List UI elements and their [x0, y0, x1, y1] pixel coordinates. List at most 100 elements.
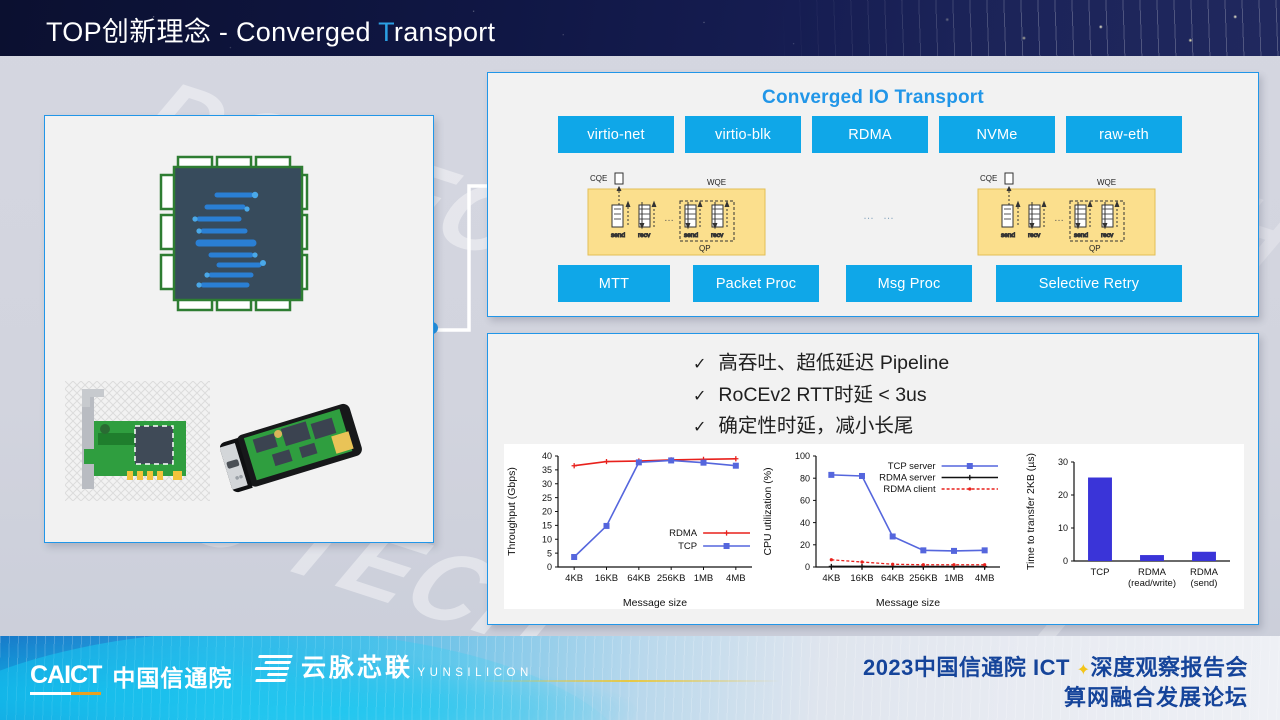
svg-text:TCP: TCP	[678, 541, 697, 552]
svg-text:0: 0	[1063, 556, 1068, 566]
caict-chinese-name: 中国信通院	[112, 665, 233, 691]
svg-text:WQE: WQE	[1097, 178, 1116, 187]
svg-text:256KB: 256KB	[657, 573, 686, 584]
svg-text:25: 25	[542, 493, 552, 503]
svg-text:20: 20	[800, 540, 810, 550]
engine-pill-msg-proc[interactable]: Msg Proc	[846, 265, 972, 302]
bullet-text: 确定性时延，减小长尾	[718, 415, 914, 438]
list-item: ✓ 高吞吐、超低延迟 Pipeline	[693, 350, 949, 378]
feature-bullet-list: ✓ 高吞吐、超低延迟 Pipeline ✓ RoCEv2 RTT时延 < 3us…	[693, 350, 949, 445]
svg-text:…: …	[1054, 213, 1064, 224]
svg-text:RDMA: RDMA	[669, 528, 698, 539]
svg-text:1MB: 1MB	[944, 573, 964, 584]
svg-text:recv: recv	[1028, 232, 1041, 239]
svg-text:4MB: 4MB	[975, 573, 995, 584]
svg-text:35: 35	[542, 465, 552, 475]
svg-text:20: 20	[1058, 490, 1068, 500]
svg-text:4MB: 4MB	[726, 573, 746, 584]
svg-text:recv: recv	[1101, 232, 1114, 239]
transfer-time-bar-chart: 0 10 20 30 TCP RDMA (read/write) RDMA (send) Time…	[1022, 444, 1244, 609]
svg-text:send: send	[1074, 232, 1088, 239]
svg-text:recv: recv	[711, 232, 724, 239]
svg-text:(send): (send)	[1191, 578, 1218, 589]
svg-text:QP: QP	[699, 244, 711, 253]
svg-text:TCP server: TCP server	[888, 461, 936, 472]
svg-text:80: 80	[800, 473, 810, 483]
svg-text:(read/write): (read/write)	[1128, 578, 1176, 589]
svg-text:5: 5	[547, 548, 552, 558]
page-title-prefix: TOP创新理念 - Converged	[46, 17, 379, 47]
forum-line-2: 算网融合发展论坛	[1063, 684, 1248, 710]
svg-text:Time to transfer 2KB (µs): Time to transfer 2KB (µs)	[1025, 453, 1037, 570]
svg-text:RDMA server: RDMA server	[879, 473, 935, 484]
engine-pill-mtt[interactable]: MTT	[558, 265, 670, 302]
performance-panel: ✓ 高吞吐、超低延迟 Pipeline ✓ RoCEv2 RTT时延 < 3us…	[487, 333, 1259, 625]
svg-text:…: …	[664, 213, 674, 224]
benchmark-charts-strip: 0 5 10 15 20 25 30 35 40 4KB 16KB 64KB 256KB 1MB 4MB Me…	[504, 444, 1244, 609]
list-item: ✓ RoCEv2 RTT时延 < 3us	[693, 382, 949, 410]
yunsilicon-mark-icon	[251, 655, 293, 682]
svg-text:WQE: WQE	[707, 178, 726, 187]
list-item: ✓ 确定性时延，减小长尾	[693, 413, 949, 441]
svg-text:CQE: CQE	[980, 174, 997, 183]
svg-text:TCP: TCP	[1091, 567, 1110, 578]
converged-io-transport-title: Converged IO Transport	[762, 87, 984, 108]
bullet-text: 高吞吐、超低延迟 Pipeline	[718, 352, 950, 374]
svg-text:0: 0	[547, 562, 552, 572]
svg-text:Message size: Message size	[876, 597, 940, 609]
svg-text:send: send	[1001, 232, 1015, 239]
svg-text:15: 15	[542, 521, 552, 531]
check-icon: ✓	[693, 387, 707, 405]
bullet-text: RoCEv2 RTT时延 < 3us	[718, 383, 927, 406]
slide-footer: CAICT 中国信通院 云脉芯联 YUNSILICON 2023中国信通院 IC…	[0, 636, 1280, 720]
svg-text:CQE: CQE	[590, 174, 607, 183]
engine-pill-selective-retry[interactable]: Selective Retry	[996, 265, 1182, 302]
svg-text:16KB: 16KB	[850, 573, 873, 584]
yunsilicon-logo: 云脉芯联 YUNSILICON	[254, 655, 533, 682]
page-title: TOP创新理念 - Converged Transport	[46, 10, 495, 49]
svg-text:CPU utilization (%): CPU utilization (%)	[762, 467, 774, 555]
forum-line-1: 2023中国信通院 ICT ✦深度观察报告会	[863, 654, 1248, 682]
svg-text:4KB: 4KB	[822, 573, 840, 584]
protocol-pill-rdma[interactable]: RDMA	[812, 116, 928, 153]
svg-text:20: 20	[542, 507, 552, 517]
svg-text:40: 40	[542, 451, 552, 461]
svg-text:10: 10	[1058, 523, 1068, 533]
forum-line-1-part-b: 深度观察报告会	[1090, 655, 1248, 680]
svg-text:60: 60	[800, 496, 810, 506]
star-icon: ✦	[1076, 662, 1091, 679]
svg-text:send: send	[611, 232, 625, 239]
yunsilicon-english-name: YUNSILICON	[417, 667, 533, 680]
protocol-pill-raw-eth[interactable]: raw-eth	[1066, 116, 1182, 153]
yunsilicon-text: 云脉芯联 YUNSILICON	[301, 655, 533, 681]
svg-text:QP: QP	[1089, 244, 1101, 253]
hardware-illustration-panel	[44, 115, 434, 543]
converged-io-transport-panel: Converged IO Transport virtio-net virtio…	[487, 72, 1259, 317]
svg-text:10: 10	[542, 534, 552, 544]
slide-header: TOP创新理念 - Converged Transport	[0, 0, 1280, 56]
protocol-pill-nvme[interactable]: NVMe	[939, 116, 1055, 153]
page-title-suffix: ransport	[393, 17, 496, 47]
svg-text:Throughput (Gbps): Throughput (Gbps)	[506, 467, 518, 556]
slide-canvas: DC TECH DC TECH DC TECH DC TECH DC TECH …	[0, 0, 1280, 720]
svg-text:0: 0	[805, 562, 810, 572]
svg-text:64KB: 64KB	[881, 573, 904, 584]
forum-branding: 2023中国信通院 ICT ✦深度观察报告会 算网融合发展论坛	[863, 654, 1248, 711]
caict-logo: CAICT 中国信通院	[30, 659, 232, 695]
protocol-pill-virtio-net[interactable]: virtio-net	[558, 116, 674, 153]
svg-text:64KB: 64KB	[627, 573, 650, 584]
svg-text:recv: recv	[638, 232, 651, 239]
soc-chip-icon	[159, 155, 309, 312]
svg-text:send: send	[684, 232, 698, 239]
yunsilicon-chinese-name: 云脉芯联	[301, 654, 414, 683]
svg-text:Message size: Message size	[623, 597, 687, 609]
svg-text:RDMA client: RDMA client	[883, 484, 936, 495]
check-icon: ✓	[693, 419, 707, 437]
svg-text:30: 30	[542, 479, 552, 489]
pcie-network-card-icon	[65, 381, 210, 501]
queue-ellipsis: … …	[863, 210, 898, 222]
svg-text:RDMA: RDMA	[1190, 567, 1219, 578]
protocol-pill-virtio-blk[interactable]: virtio-blk	[685, 116, 801, 153]
page-title-highlight: T	[378, 17, 394, 47]
engine-pill-packet-proc[interactable]: Packet Proc	[693, 265, 819, 302]
